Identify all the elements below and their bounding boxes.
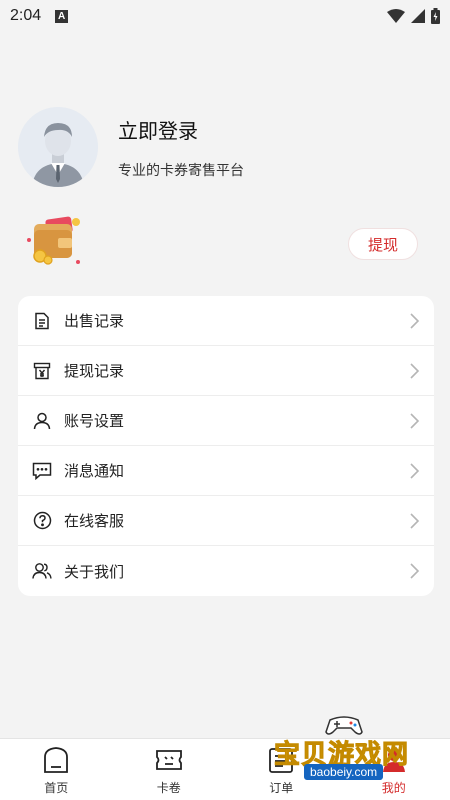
chevron-right-icon <box>410 312 420 329</box>
tab-mine[interactable]: 我的 <box>338 739 450 800</box>
chevron-right-icon <box>410 412 420 429</box>
menu-item-sales-record[interactable]: 出售记录 <box>18 296 434 346</box>
gamepad-icon <box>325 716 363 735</box>
bottom-tab-bar: 首页 卡卷 订单 我的 <box>0 738 450 800</box>
menu-item-about-us[interactable]: 关于我们 <box>18 546 434 596</box>
tab-cards[interactable]: 卡卷 <box>113 739 226 800</box>
menu-item-withdraw-record[interactable]: 提现记录 <box>18 346 434 396</box>
menu-item-label: 账号设置 <box>64 413 125 430</box>
chat-icon <box>32 461 52 481</box>
user-icon <box>32 411 52 431</box>
profile-header[interactable]: 立即登录 专业的卡券寄售平台 <box>18 107 244 187</box>
menu-item-label: 消息通知 <box>64 463 125 480</box>
menu-item-label: 关于我们 <box>64 563 125 581</box>
tab-label: 卡卷 <box>156 781 181 795</box>
menu-card: 出售记录 提现记录 账号设置 消息通知 在线客服 关于我们 <box>18 296 434 596</box>
slogan: 专业的卡券寄售平台 <box>118 161 244 178</box>
profile-text: 立即登录 专业的卡券寄售平台 <box>118 115 244 180</box>
help-icon <box>32 511 52 531</box>
tab-home[interactable]: 首页 <box>0 739 113 800</box>
wallet-icon <box>24 214 84 272</box>
login-title[interactable]: 立即登录 <box>118 115 244 144</box>
status-icons <box>387 8 440 24</box>
chevron-right-icon <box>410 512 420 529</box>
avatar[interactable] <box>18 107 98 187</box>
menu-item-label: 出售记录 <box>64 313 125 330</box>
tab-label: 首页 <box>44 781 69 795</box>
withdraw-button[interactable]: 提现 <box>348 228 418 260</box>
profile-icon <box>382 749 405 772</box>
menu-item-account-settings[interactable]: 账号设置 <box>18 396 434 446</box>
yen-receipt-icon <box>32 361 52 381</box>
document-icon <box>32 311 52 331</box>
menu-item-notifications[interactable]: 消息通知 <box>18 446 434 496</box>
chevron-right-icon <box>410 563 420 579</box>
tab-orders[interactable]: 订单 <box>225 739 338 800</box>
chevron-right-icon <box>410 462 420 479</box>
battery-icon <box>431 8 440 24</box>
users-icon <box>32 561 52 581</box>
wifi-icon <box>387 9 405 23</box>
default-avatar-icon <box>18 107 98 187</box>
tab-label: 我的 <box>381 781 406 795</box>
signal-icon <box>411 9 425 23</box>
status-bar: 2:04 A <box>0 0 450 32</box>
status-time: 2:04 <box>10 7 42 24</box>
ticket-icon <box>155 750 182 770</box>
menu-item-online-service[interactable]: 在线客服 <box>18 496 434 546</box>
home-icon <box>44 747 69 773</box>
order-icon <box>269 748 294 773</box>
chevron-right-icon <box>410 362 420 379</box>
menu-item-label: 提现记录 <box>64 363 125 380</box>
notification-icon: A <box>55 9 69 23</box>
menu-item-label: 在线客服 <box>64 513 125 530</box>
tab-label: 订单 <box>269 781 294 795</box>
